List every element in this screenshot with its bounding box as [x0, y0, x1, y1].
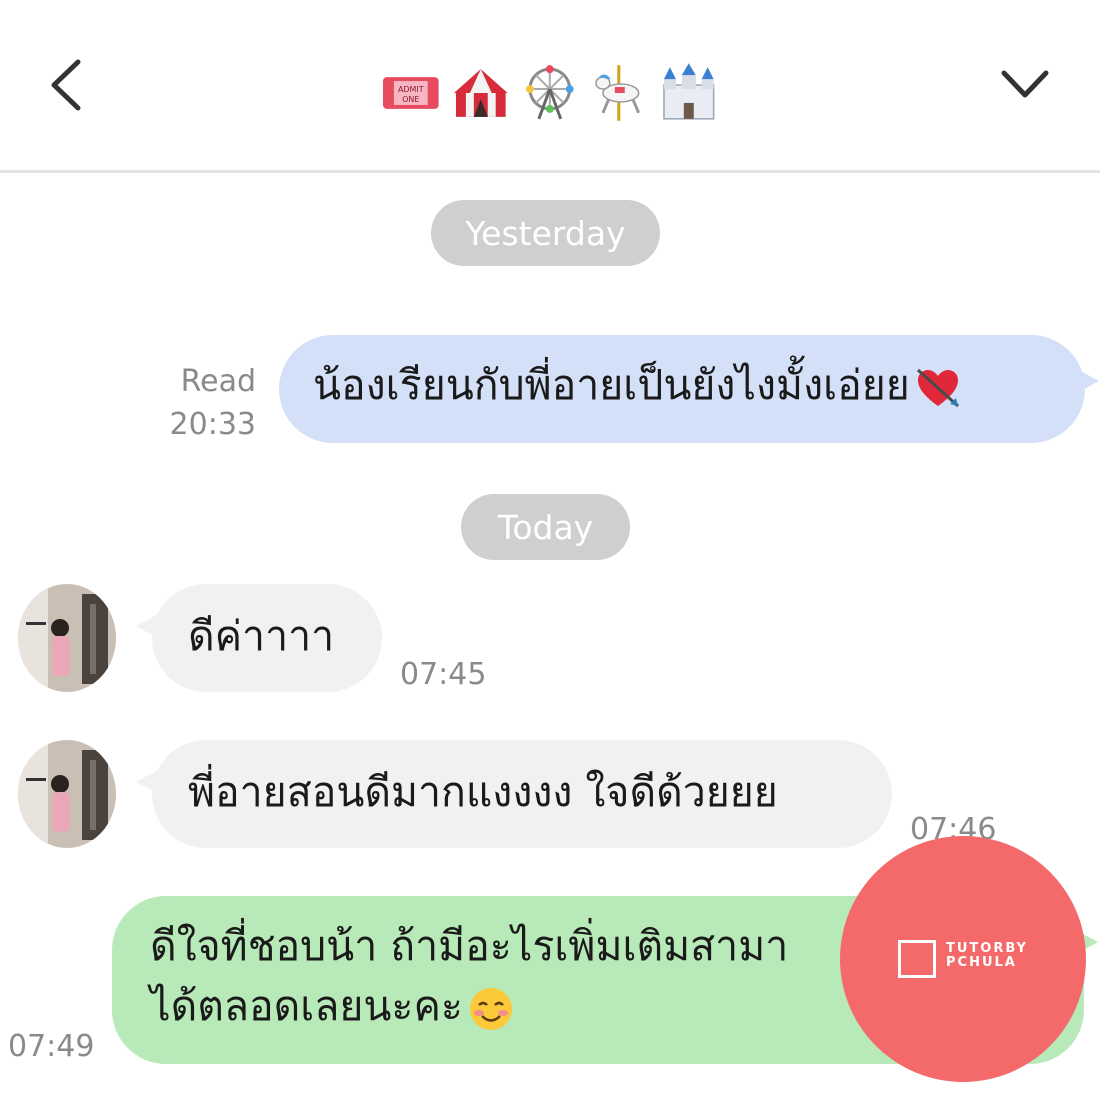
- watermark-text: TUTORBY PCHULA: [946, 942, 1028, 970]
- chevron-down-icon: [1001, 70, 1049, 98]
- admit-one-ticket-icon: ADMIT ONE: [382, 77, 439, 109]
- svg-text:ADMIT: ADMIT: [398, 85, 424, 94]
- avatar-photo: [18, 584, 116, 692]
- avatar[interactable]: [18, 740, 116, 848]
- svg-text:ONE: ONE: [402, 95, 419, 104]
- ferris-wheel-icon: [526, 65, 574, 120]
- outgoing-message-bubble[interactable]: น้องเรียนกับพี่อายเป็นยังไงมั้งเอ่ยย: [279, 335, 1099, 443]
- incoming-message-bubble[interactable]: ดีค่าาาา: [136, 584, 382, 692]
- avatar-photo: [18, 740, 116, 848]
- watermark-badge: TUTORBY PCHULA: [840, 836, 1086, 1082]
- chat-title: ADMIT ONE: [380, 58, 720, 128]
- read-receipt: Read: [180, 364, 256, 399]
- watermark-line1: TUTORBY: [946, 941, 1028, 956]
- chevron-left-icon: [51, 59, 81, 111]
- message-text: พี่อายสอนดีมากแงงงง ใจดีด้วยยย: [188, 768, 778, 816]
- message-time: 20:33: [169, 407, 256, 442]
- watermark-line2: PCHULA: [946, 955, 1017, 970]
- avatar[interactable]: [18, 584, 116, 692]
- castle-icon: [663, 63, 715, 120]
- heart-with-arrow-icon: [916, 368, 959, 408]
- message-text-line2: ได้ตลอดเลยนะคะ: [150, 982, 463, 1030]
- message-text: ดีค่าาาา: [188, 612, 335, 660]
- smiling-face-icon: [469, 988, 512, 1030]
- date-separator-yesterday: Yesterday: [431, 200, 660, 266]
- logo-square-icon: [898, 940, 936, 978]
- date-separator-today: Today: [461, 494, 630, 560]
- chat-header: ADMIT ONE: [0, 0, 1100, 170]
- carousel-horse-icon: [594, 65, 640, 121]
- more-options-button[interactable]: [990, 55, 1060, 115]
- message-text: น้องเรียนกับพี่อายเป็นยังไงมั้งเอ่ยย: [313, 361, 910, 409]
- header-divider: [0, 170, 1100, 173]
- back-button[interactable]: [40, 50, 100, 120]
- message-time: 07:49: [8, 1029, 95, 1064]
- incoming-message-bubble[interactable]: พี่อายสอนดีมากแงงงง ใจดีด้วยยย: [136, 740, 892, 848]
- message-time: 07:45: [400, 657, 487, 692]
- circus-tent-icon: [453, 69, 508, 117]
